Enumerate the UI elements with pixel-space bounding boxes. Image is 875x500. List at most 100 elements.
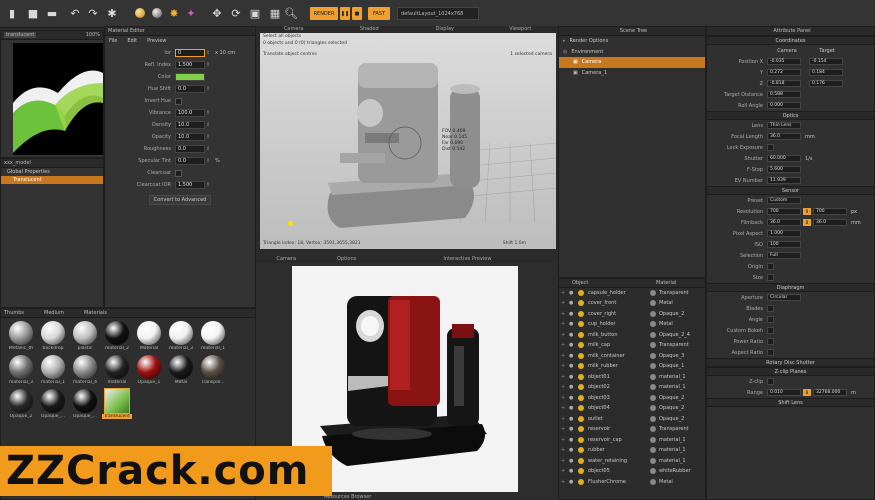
object-row[interactable]: + ● rubber material_1	[559, 446, 705, 456]
visibility-icon[interactable]: ●	[569, 321, 575, 327]
material-thumb[interactable]	[73, 355, 97, 379]
checkbox[interactable]	[175, 169, 182, 177]
visibility-icon[interactable]: ●	[569, 363, 575, 369]
coord-camera-field[interactable]: -0.035	[767, 58, 801, 65]
settings-icon[interactable]: ✱	[105, 6, 119, 20]
object-row[interactable]: + ● water_retaining material_1	[559, 456, 705, 467]
expand-icon[interactable]: +	[559, 342, 569, 348]
scene-tree-environment[interactable]: ◍ Environment	[559, 47, 705, 58]
light-icon[interactable]: ✸	[167, 6, 181, 20]
tab-options[interactable]: Options	[316, 256, 376, 263]
link-lock-icon[interactable]: B	[803, 208, 811, 215]
environment-icon[interactable]: ✦	[184, 6, 198, 20]
object-row[interactable]: + ● outlet Opaque_2	[559, 414, 705, 425]
sensor-field[interactable]	[767, 263, 774, 270]
move-icon[interactable]: ✥	[210, 6, 224, 20]
visibility-icon[interactable]: ●	[569, 479, 575, 485]
visibility-icon[interactable]: ●	[569, 384, 575, 390]
expand-icon[interactable]: +	[559, 384, 569, 390]
object-row[interactable]: + ● object03 Opaque_2	[559, 393, 705, 404]
expand-icon[interactable]: +	[559, 290, 569, 296]
coord-camera-field[interactable]: 0.272	[767, 69, 801, 76]
visibility-icon[interactable]: ●	[569, 374, 575, 380]
expand-icon[interactable]: +	[559, 332, 569, 338]
object-row[interactable]: + ● milk_rubber Opaque_1	[559, 362, 705, 372]
visibility-icon[interactable]: ●	[569, 437, 575, 443]
thumbs-label[interactable]: Thumbs	[4, 310, 24, 316]
link-lock-icon[interactable]: B	[803, 219, 811, 226]
scene-tree-render-options[interactable]: ▸ Render Options	[559, 36, 705, 47]
material-thumb[interactable]	[201, 321, 225, 345]
material-thumb[interactable]	[137, 355, 161, 379]
object-row[interactable]: + ● milk_button Opaque_2_4	[559, 330, 705, 341]
material-thumb[interactable]	[9, 321, 33, 345]
material-thumb[interactable]	[137, 321, 161, 345]
visibility-icon[interactable]: ●	[569, 353, 575, 359]
scene-tree-camera[interactable]: ▣ Camera	[559, 57, 705, 68]
render-sphere-icon[interactable]	[133, 6, 147, 20]
preview-zoom[interactable]: 100%	[86, 32, 100, 38]
optics-field[interactable]: 60.000	[767, 155, 801, 162]
scene-tree-camera-1[interactable]: ▣ Camera_1	[559, 68, 705, 79]
optics-field[interactable]: 11.939	[767, 177, 801, 184]
material-thumb[interactable]	[201, 355, 225, 379]
sensor-field[interactable]: Full	[767, 252, 801, 259]
object-row[interactable]: + ● cover_front Metal	[559, 299, 705, 309]
sensor-field-2[interactable]: 700	[813, 208, 847, 215]
spinner-icon[interactable]: ⇕	[206, 61, 211, 69]
object-row[interactable]: + ● object04 Opaque_2	[559, 404, 705, 414]
layout-dropdown[interactable]: defaultLayout_1024x768	[397, 7, 479, 20]
optics-field[interactable]: 36.0	[767, 133, 801, 140]
material-thumb[interactable]	[9, 355, 33, 379]
visibility-icon[interactable]: ●	[569, 290, 575, 296]
pause-button[interactable]: ❚❚	[340, 7, 350, 20]
material-thumb[interactable]	[9, 389, 33, 413]
material-thumb[interactable]	[104, 388, 130, 414]
tab-interactive-preview[interactable]: Interactive Preview	[437, 256, 497, 263]
tab-viewport[interactable]: Viewport	[483, 26, 559, 33]
expand-icon[interactable]: +	[559, 311, 569, 317]
diaphragm-field[interactable]	[767, 349, 774, 356]
sensor-field[interactable]: 700	[767, 208, 801, 215]
material-thumb[interactable]	[169, 321, 193, 345]
convert-to-advanced-button[interactable]: Convert to Advanced	[149, 195, 211, 205]
object-row[interactable]: + ● FlusherChrome Metal	[559, 477, 705, 488]
visibility-icon[interactable]: ●	[569, 416, 575, 422]
optics-section[interactable]: Optics	[707, 111, 874, 120]
sensor-field[interactable]: 100	[767, 241, 801, 248]
diaphragm-field[interactable]	[767, 327, 774, 334]
roll-angle-field[interactable]: 0.000	[767, 102, 801, 109]
spinner-icon[interactable]: ⇕	[206, 181, 211, 189]
material-row-field[interactable]: 10.0	[175, 121, 205, 129]
material-thumb[interactable]	[169, 355, 193, 379]
object-row[interactable]: + ● object02 material_1	[559, 383, 705, 393]
menu-file[interactable]: File	[109, 38, 117, 44]
spinner-icon[interactable]: ⇕	[206, 157, 211, 165]
tree-item-global[interactable]: Global Properties	[1, 168, 103, 176]
expand-icon[interactable]: +	[559, 458, 569, 464]
menu-preview[interactable]: Preview	[147, 38, 166, 44]
material-thumb[interactable]	[73, 321, 97, 345]
material-row-field[interactable]: 0.0	[175, 157, 205, 165]
object-row[interactable]: + ● capsule_holder Transparent	[559, 288, 705, 299]
expand-icon[interactable]: +	[559, 416, 569, 422]
shift-lens-section[interactable]: Shift Lens	[707, 398, 874, 407]
zclip-field-2[interactable]: 32768.000	[813, 389, 847, 396]
render-mode-chip[interactable]: RENDER	[310, 7, 338, 20]
coord-target-field[interactable]: -0.154	[809, 58, 843, 65]
tree-root[interactable]: xxx_model	[1, 159, 103, 168]
save-icon[interactable]: ■	[26, 6, 40, 20]
link-lock-icon[interactable]: B	[803, 389, 811, 396]
open-icon[interactable]: ▮	[5, 6, 19, 20]
material-row-field[interactable]: 0	[175, 49, 205, 57]
expand-icon[interactable]: +	[559, 363, 569, 369]
expand-icon[interactable]: +	[559, 395, 569, 401]
target-distance-field[interactable]: 0.588	[767, 91, 801, 98]
coordinates-section[interactable]: Coordinates	[707, 36, 874, 45]
sensor-field[interactable]: 36.0	[767, 219, 801, 226]
col-object[interactable]: Object	[562, 280, 656, 286]
diaphragm-field[interactable]	[767, 316, 774, 323]
diaphragm-field[interactable]: Circular	[767, 294, 801, 301]
tree-item-selected[interactable]: Translucent	[1, 176, 103, 184]
checkbox[interactable]	[175, 97, 182, 105]
